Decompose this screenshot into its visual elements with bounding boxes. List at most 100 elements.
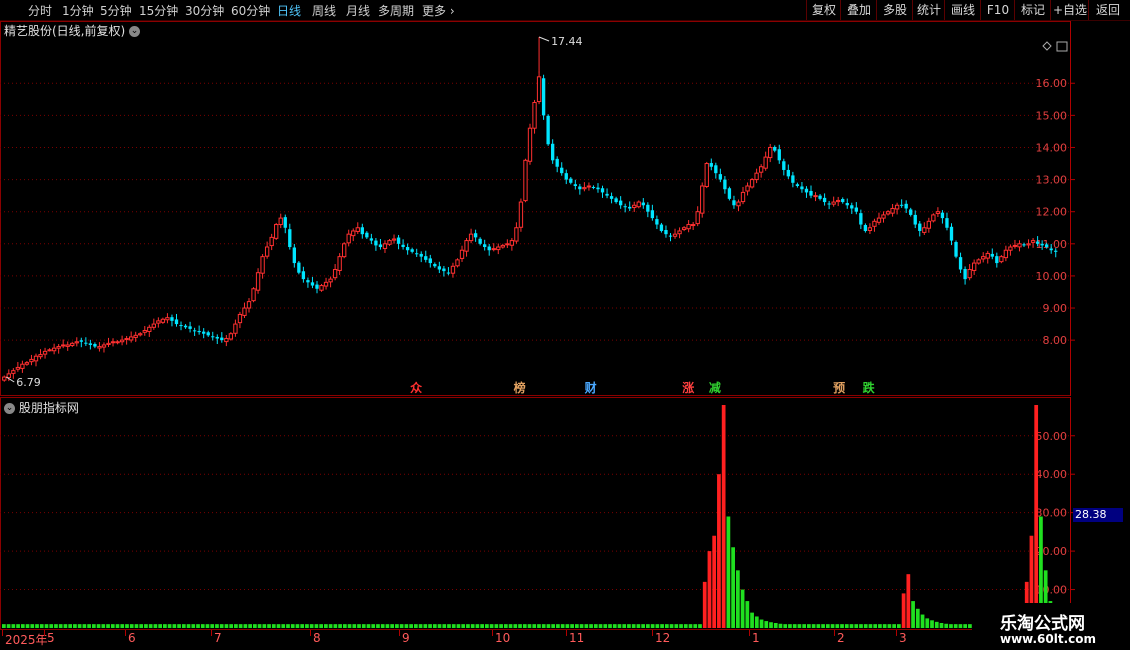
candle-body xyxy=(754,172,759,181)
indicator-bar xyxy=(882,624,887,628)
indicator-bar xyxy=(96,624,101,628)
indicator-bar xyxy=(930,620,934,628)
candle-body xyxy=(115,341,120,344)
indicator-bar xyxy=(172,624,177,628)
indicator-bar xyxy=(91,624,96,628)
candle-body xyxy=(332,268,338,279)
candle-body xyxy=(11,370,16,374)
indicator-bar xyxy=(598,624,603,628)
indicator-bar xyxy=(688,624,693,628)
toolbar-button-3[interactable]: 统计 xyxy=(912,0,945,20)
indicator-bar xyxy=(385,624,390,628)
period-tab-2[interactable]: 5分钟 xyxy=(100,2,132,19)
candle-body xyxy=(65,344,70,347)
candle-body xyxy=(773,146,777,151)
candle-body xyxy=(47,349,52,352)
candle-body xyxy=(365,232,369,238)
period-tab-1[interactable]: 1分钟 xyxy=(62,2,94,19)
candle-body xyxy=(854,207,858,212)
indicator-bar xyxy=(286,624,290,628)
candle-body xyxy=(668,235,673,237)
candle-body xyxy=(142,330,147,333)
indicator-bar xyxy=(759,619,764,628)
candle-body xyxy=(233,323,238,334)
toolbar-button-6[interactable]: 标记 xyxy=(1014,0,1051,20)
chevron-down-icon[interactable]: ⌄ xyxy=(129,26,141,37)
period-tab-3[interactable]: 15分钟 xyxy=(139,2,178,19)
indicator-bar xyxy=(556,624,560,628)
toolbar-button-1[interactable]: 叠加 xyxy=(840,0,877,20)
candle-body xyxy=(468,233,474,242)
top-toolbar: 分时 1分钟 5分钟 15分钟 30分钟 60分钟 日线 周线 月线 多周期 更多 › 复权 叠加 多股… xyxy=(0,0,1130,21)
period-tab-6[interactable]: 日线 xyxy=(277,2,301,19)
y-tick-label: 8.00 xyxy=(1043,334,1068,347)
toolbar-button-4[interactable]: 画线 xyxy=(944,0,981,20)
indicator-current-value: 28.38 xyxy=(1073,508,1123,522)
candle-body xyxy=(935,211,941,214)
indicator-bar xyxy=(825,624,830,628)
indicator-bar xyxy=(797,624,802,628)
candle-body xyxy=(885,211,891,215)
indicator-title: ⌄ 股朋指标网 xyxy=(4,399,79,416)
candle-body xyxy=(763,156,768,169)
indicator-bar xyxy=(896,624,901,628)
candle-body xyxy=(527,127,533,162)
toolbar-button-5[interactable]: F10 xyxy=(980,0,1015,20)
candle-body xyxy=(573,184,577,187)
indicator-bar xyxy=(395,624,399,628)
indicator-bar xyxy=(191,624,196,628)
candle-body xyxy=(6,373,11,379)
candle-body xyxy=(419,253,423,257)
y-tick-label: 15.00 xyxy=(1036,109,1068,122)
period-tab-10[interactable]: 更多 › xyxy=(422,2,455,19)
candle-body xyxy=(804,188,809,193)
indicator-bar xyxy=(906,574,911,628)
toolbar-button-2[interactable]: 多股 xyxy=(876,0,913,20)
candle-body xyxy=(310,282,315,286)
candle-body xyxy=(1049,248,1053,251)
indicator-bar xyxy=(854,624,859,628)
candle-body xyxy=(850,205,854,209)
candle-body xyxy=(323,281,329,287)
indicator-bar xyxy=(252,624,257,628)
indicator-bar xyxy=(807,624,811,628)
chevron-down-icon[interactable]: ⌄ xyxy=(4,403,15,414)
candle-body xyxy=(179,325,183,327)
candle-body xyxy=(110,341,116,344)
indicator-bar xyxy=(622,624,627,628)
indicator-bar xyxy=(840,624,844,628)
candle-body xyxy=(931,214,936,222)
price-chart[interactable]: 8.009.0010.0011.0012.0013.0014.0015.0016… xyxy=(0,21,1130,396)
indicator-bar xyxy=(683,624,688,628)
indicator-chart[interactable]: 10.0020.0030.0040.0050.00 xyxy=(0,397,1130,630)
candle-body xyxy=(224,338,229,343)
indicator-bar xyxy=(418,624,423,628)
period-tab-4[interactable]: 30分钟 xyxy=(185,2,224,19)
toolbar-button-0[interactable]: 复权 xyxy=(806,0,841,20)
candle-body xyxy=(260,256,265,274)
indicator-bar xyxy=(16,624,20,628)
time-tick xyxy=(566,630,567,636)
period-tab-9[interactable]: 多周期 xyxy=(378,2,414,19)
indicator-bar xyxy=(589,624,593,628)
time-tick xyxy=(652,630,653,636)
indicator-bar xyxy=(769,622,773,628)
indicator-bar xyxy=(835,624,840,628)
candle-body xyxy=(301,271,306,280)
candle-body xyxy=(1003,249,1009,259)
indicator-bar xyxy=(878,624,882,628)
candle-body xyxy=(971,262,977,271)
period-tab-0[interactable]: 分时 xyxy=(28,2,52,19)
candle-body xyxy=(2,376,7,381)
period-tab-8[interactable]: 月线 xyxy=(346,2,370,19)
period-tab-7[interactable]: 周线 xyxy=(312,2,336,19)
period-tab-5[interactable]: 60分钟 xyxy=(231,2,270,19)
indicator-bar xyxy=(11,624,16,628)
indicator-bar xyxy=(489,624,494,628)
candle-body xyxy=(237,313,243,324)
indicator-bar xyxy=(518,624,522,628)
indicator-bar xyxy=(698,624,702,628)
toolbar-button-7[interactable]: +自选 xyxy=(1050,0,1089,20)
toolbar-button-8[interactable]: 返回 xyxy=(1088,0,1127,20)
candle-body xyxy=(442,268,446,272)
